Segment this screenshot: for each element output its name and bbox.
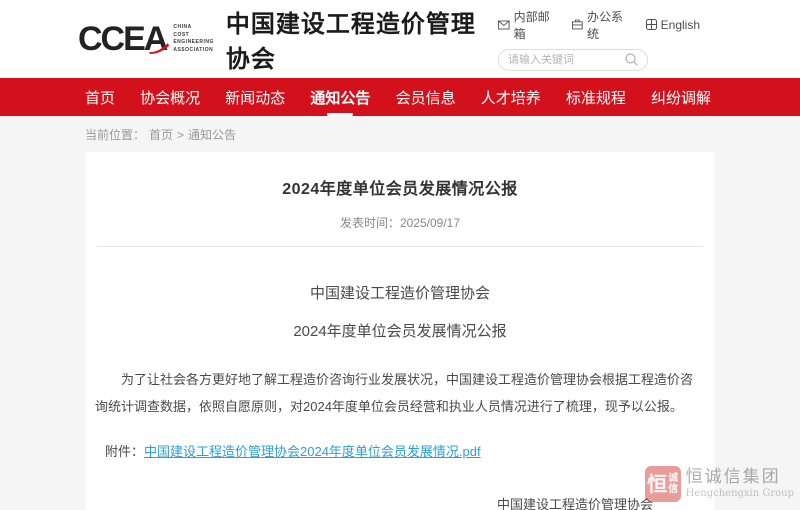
attachment-label: 附件： [105,444,144,459]
nav-item-members[interactable]: 会员信息 [396,78,456,117]
english-link[interactable]: English [646,8,700,42]
logo-subtext-line: COST [173,32,214,40]
main-nav-inner: 首页 协会概况 新闻动态 通知公告 会员信息 人才培养 标准规程 纠纷调解 [85,78,711,116]
ccea-logo-subtext: CHINA COST ENGINEERING ASSOCIATION [173,24,214,54]
ccea-logo-mark: CCEA [78,22,166,56]
breadcrumb-current: 通知公告 [188,126,236,143]
title-divider [97,246,703,247]
main-nav: 首页 协会概况 新闻动态 通知公告 会员信息 人才培养 标准规程 纠纷调解 [0,78,800,116]
nav-item-home[interactable]: 首页 [85,78,115,117]
search-button[interactable] [625,53,638,66]
attachment-pdf-link[interactable]: 中国建设工程造价管理协会2024年度单位会员发展情况.pdf [144,444,481,459]
site-logo[interactable]: CCEA CHINA COST ENGINEERING ASSOCIATION … [78,4,498,74]
mail-icon [498,20,510,30]
site-header: CCEA CHINA COST ENGINEERING ASSOCIATION … [0,0,800,78]
breadcrumb-home-link[interactable]: 首页 [149,126,173,143]
attachment-row: 附件：中国建设工程造价管理协会2024年度单位会员发展情况.pdf [105,441,715,460]
nav-item-standards[interactable]: 标准规程 [566,78,626,117]
briefcase-icon [572,19,583,30]
breadcrumb: 当前位置： 首页 > 通知公告 [85,126,800,143]
org-name-title: 中国建设工程造价管理协会 [226,4,498,74]
logo-subtext-line: CHINA [173,24,214,32]
search-input[interactable] [508,54,625,66]
article-title: 2024年度单位会员发展情况公报 [85,175,715,199]
article-signature: 中国建设工程造价管理协会 2025年9月17日 [497,498,653,510]
signature-org: 中国建设工程造价管理协会 [497,498,653,510]
quick-link-label: English [661,18,700,32]
breadcrumb-prefix: 当前位置： [85,126,145,143]
globe-icon [646,19,657,30]
nav-item-training[interactable]: 人才培养 [481,78,541,117]
body-heading-report: 2024年度单位会员发展情况公报 [85,320,715,341]
publish-date: 发表时间：2025/09/17 [85,214,715,231]
nav-item-news[interactable]: 新闻动态 [225,78,285,117]
article-paragraph: 为了让社会各方更好地了解工程造价咨询行业发展状况，中国建设工程造价管理协会根据工… [95,366,699,421]
article-card: 2024年度单位会员发展情况公报 发表时间：2025/09/17 中国建设工程造… [85,152,715,510]
nav-item-notices[interactable]: 通知公告 [310,78,370,117]
ccea-red-swoosh-icon [148,42,170,54]
nav-item-about[interactable]: 协会概况 [140,78,200,117]
quick-link-label: 办公系统 [587,8,630,42]
header-utilities: 内部邮箱 办公系统 English [498,8,700,71]
site-search [498,49,648,71]
quick-link-label: 内部邮箱 [514,8,557,42]
internal-mail-link[interactable]: 内部邮箱 [498,8,556,42]
search-icon [625,53,638,66]
logo-subtext-line: ASSOCIATION [173,47,214,55]
office-system-link[interactable]: 办公系统 [572,8,629,42]
nav-item-mediation[interactable]: 纠纷调解 [651,78,711,117]
breadcrumb-separator: > [177,128,184,142]
quick-links: 内部邮箱 办公系统 English [498,8,700,42]
logo-subtext-line: ENGINEERING [173,39,214,47]
body-heading-org: 中国建设工程造价管理协会 [85,282,715,303]
